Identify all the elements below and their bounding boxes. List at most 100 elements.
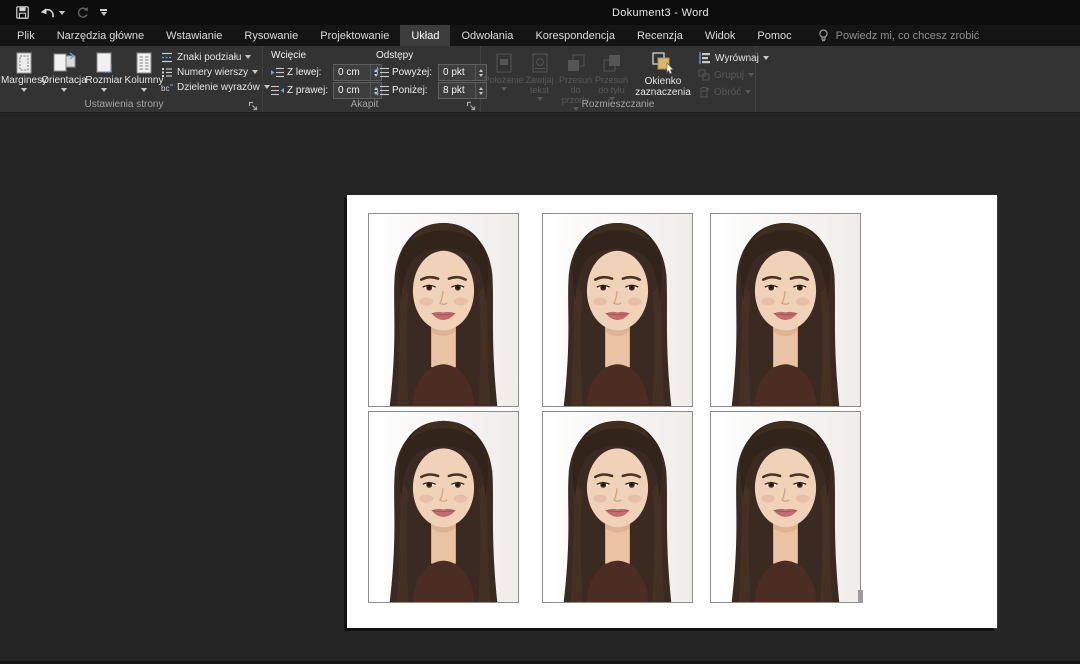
group-caption-page-setup: Ustawienia strony <box>0 99 248 110</box>
spacing-after-value[interactable]: 8 pkt <box>439 83 475 98</box>
save-icon <box>16 6 29 19</box>
wrap-text-icon <box>532 50 548 75</box>
redo-icon <box>76 6 89 19</box>
breaks-button[interactable]: Znaki podziału <box>161 51 270 63</box>
photo-resize-handle[interactable] <box>858 590 863 603</box>
breaks-label: Znaki podziału <box>177 52 241 63</box>
indent-title: Wcięcie <box>271 50 382 62</box>
columns-icon <box>134 50 154 75</box>
group-button-disabled: Grupuj <box>698 69 769 81</box>
tab-uklad[interactable]: Układ <box>400 25 450 46</box>
send-backward-icon <box>602 50 622 75</box>
redo-button[interactable] <box>76 6 89 19</box>
rotate-button-disabled: Obróć <box>698 86 769 98</box>
align-button[interactable]: Wyrównaj <box>698 52 769 64</box>
qat-customize-button[interactable] <box>100 9 107 16</box>
wrap-text-label: Zawijaj tekst <box>523 75 556 95</box>
paragraph-dialog-launcher[interactable] <box>466 98 476 108</box>
bring-forward-icon <box>566 50 586 75</box>
quick-access-toolbar <box>0 6 107 19</box>
indent-right-label: Z prawej: <box>287 85 330 96</box>
send-backward-label: Przesuń do tyłu <box>595 75 628 95</box>
qat-customize-caret <box>101 12 107 16</box>
tab-narzedzia-glowne[interactable]: Narzędzia główne <box>46 25 155 46</box>
ribbon-tab-bar: Plik Narzędzia główne Wstawianie Rysowan… <box>0 25 1080 46</box>
indent-left-icon <box>271 67 284 78</box>
size-icon <box>95 50 113 75</box>
line-numbers-icon <box>161 67 173 78</box>
passport-photo-2[interactable] <box>542 213 693 407</box>
columns-button[interactable]: Kolumny <box>125 50 163 92</box>
indent-left-input[interactable]: 0 cm <box>333 64 382 81</box>
orientation-button[interactable]: Orientacja <box>45 50 83 92</box>
save-button[interactable] <box>16 6 29 19</box>
document-page[interactable] <box>347 195 997 628</box>
group-caption-paragraph: Akapit <box>263 99 466 110</box>
tab-recenzja[interactable]: Recenzja <box>626 25 694 46</box>
margins-caret <box>21 88 27 92</box>
window-title: Dokument3 - Word <box>612 0 709 25</box>
rotate-icon <box>698 86 710 98</box>
group-label: Grupuj <box>714 70 744 81</box>
indent-right-input[interactable]: 0 cm <box>333 82 382 99</box>
selection-pane-label: Okienko zaznaczenia <box>632 76 694 98</box>
spacing-after-icon <box>376 85 389 96</box>
size-label: Rozmiar <box>85 75 122 86</box>
orientation-caret <box>61 88 67 92</box>
size-button[interactable]: Rozmiar <box>85 50 123 92</box>
tab-plik[interactable]: Plik <box>6 25 46 46</box>
indent-left-value[interactable]: 0 cm <box>334 65 370 80</box>
tab-projektowanie[interactable]: Projektowanie <box>309 25 400 46</box>
indent-right-value[interactable]: 0 cm <box>334 83 370 98</box>
tab-widok[interactable]: Widok <box>694 25 747 46</box>
margins-button[interactable]: Marginesy <box>5 50 43 92</box>
margins-label: Marginesy <box>1 75 47 86</box>
dialog-launcher-icon <box>466 101 476 111</box>
tab-odwolania[interactable]: Odwołania <box>450 25 524 46</box>
passport-photo-4[interactable] <box>368 411 519 603</box>
group-icon <box>698 69 710 81</box>
document-canvas <box>0 113 1080 664</box>
title-bar: Dokument3 - Word <box>0 0 1080 25</box>
line-numbers-caret <box>252 70 258 74</box>
position-icon <box>496 50 512 75</box>
page-setup-dialog-launcher[interactable] <box>248 98 258 108</box>
columns-caret <box>141 88 147 92</box>
spacing-before-input[interactable]: 0 pkt <box>438 64 487 81</box>
indent-left-label: Z lewej: <box>287 67 330 78</box>
group-caption-arrange: Rozmieszczanie <box>481 99 755 110</box>
selection-pane-button[interactable]: Okienko zaznaczenia <box>632 50 694 98</box>
group-caret <box>748 73 754 77</box>
passport-photo-3[interactable] <box>710 213 861 407</box>
passport-photo-5[interactable] <box>542 411 693 603</box>
spacing-title: Odstępy <box>376 50 487 62</box>
spacing-before-label: Powyżej: <box>392 67 435 78</box>
passport-photo-6[interactable] <box>710 411 861 603</box>
spacing-after-input[interactable]: 8 pkt <box>438 82 487 99</box>
ribbon: Marginesy Orientacja <box>0 46 1080 113</box>
tell-me-text: Powiedz mi, co chcesz zrobić <box>836 30 980 42</box>
passport-photo-1[interactable] <box>368 213 519 407</box>
tell-me-box[interactable]: Powiedz mi, co chcesz zrobić <box>818 25 980 46</box>
selection-pane-icon <box>650 50 676 76</box>
line-numbers-button[interactable]: Numery wierszy <box>161 66 270 78</box>
indent-right-icon <box>271 85 284 96</box>
breaks-caret <box>245 55 251 59</box>
undo-dropdown-caret[interactable] <box>59 11 65 15</box>
size-caret <box>101 88 107 92</box>
tab-pomoc[interactable]: Pomoc <box>746 25 802 46</box>
svg-text:bc: bc <box>161 84 169 93</box>
lightbulb-icon <box>818 29 829 43</box>
align-caret <box>763 56 769 60</box>
position-caret <box>501 87 507 91</box>
orientation-label: Orientacja <box>41 75 87 86</box>
undo-button[interactable] <box>40 7 65 19</box>
tab-korespondencja[interactable]: Korespondencja <box>524 25 626 46</box>
tab-rysowanie[interactable]: Rysowanie <box>233 25 309 46</box>
position-label: Położenie <box>484 75 524 85</box>
spacing-before-value[interactable]: 0 pkt <box>439 65 475 80</box>
tab-wstawianie[interactable]: Wstawianie <box>155 25 233 46</box>
hyphenation-icon: bc <box>161 82 173 93</box>
hyphenation-button[interactable]: bc Dzielenie wyrazów <box>161 81 270 93</box>
margins-icon <box>14 50 34 75</box>
